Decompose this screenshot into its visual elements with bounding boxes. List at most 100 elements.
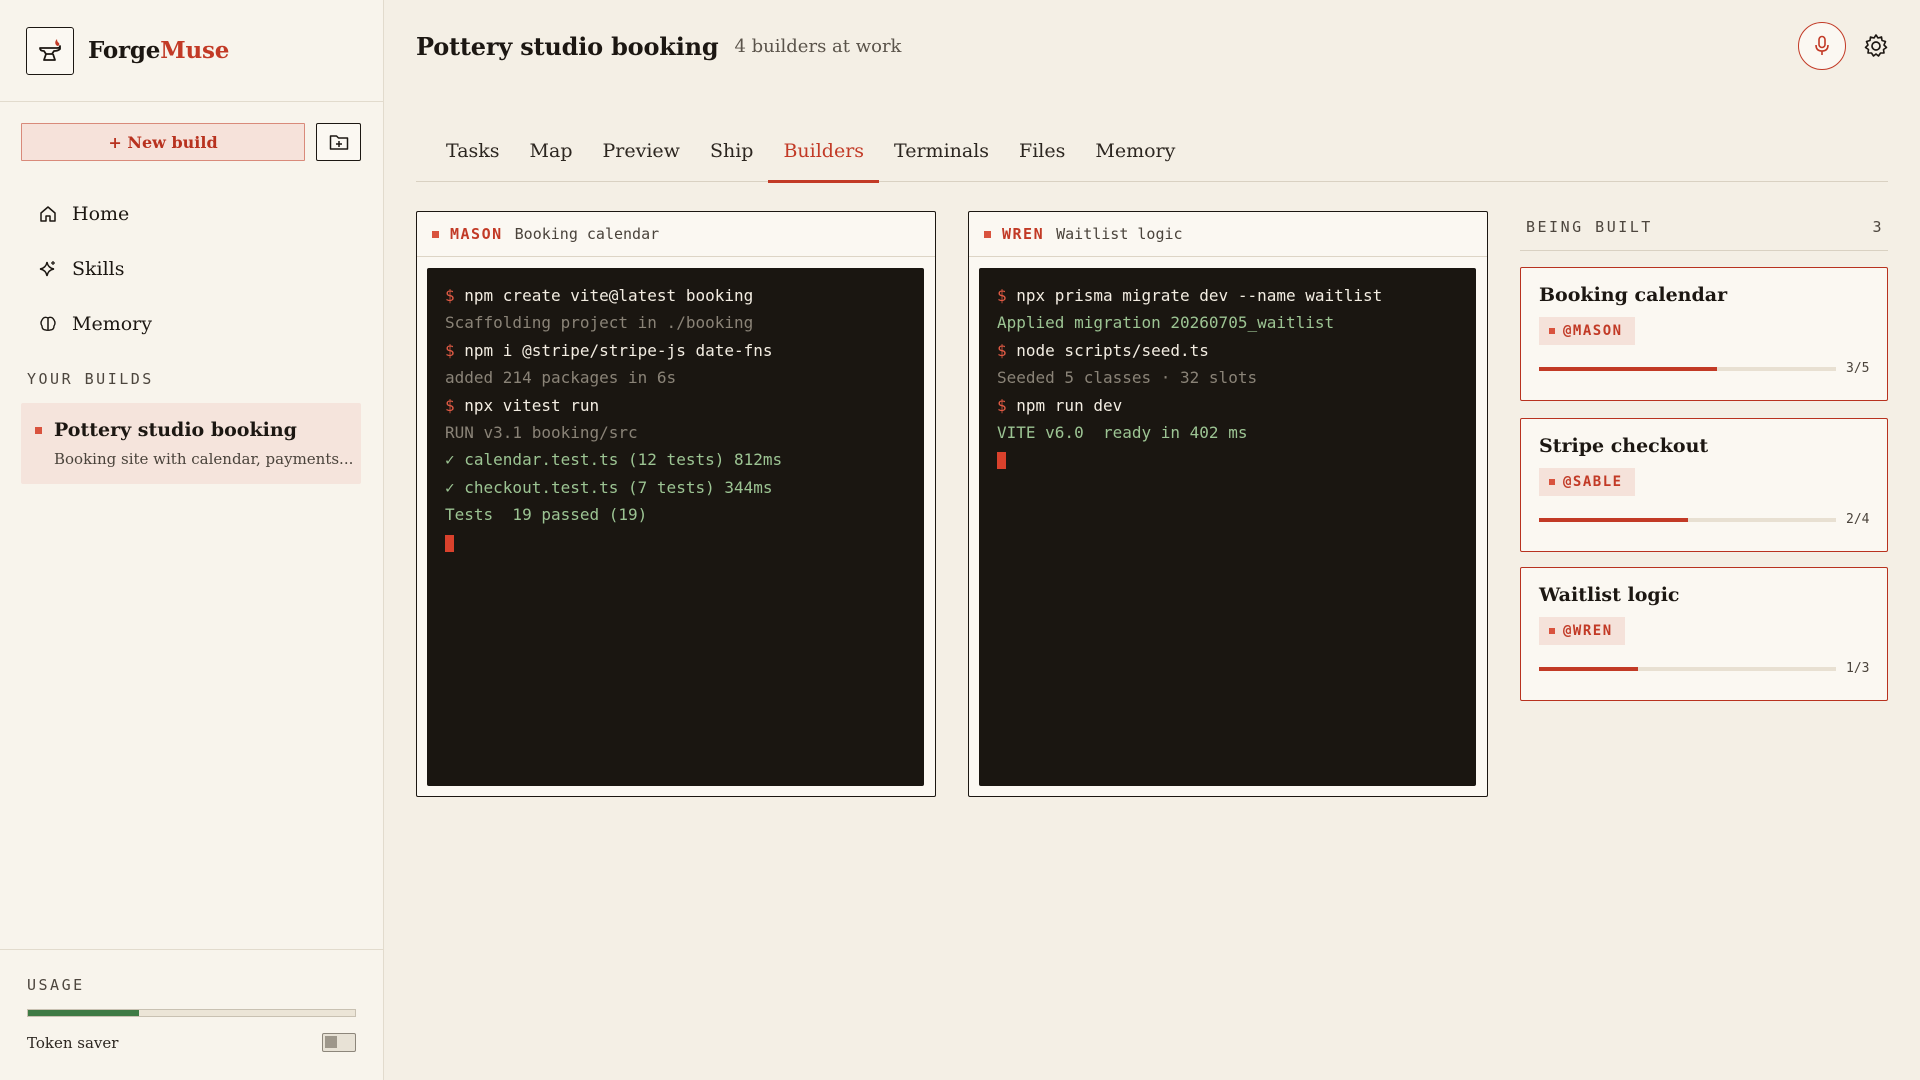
tab-terminals[interactable]: Terminals bbox=[879, 128, 1004, 182]
brand: ForgeMuse bbox=[0, 0, 383, 102]
task-title: Waitlist logic bbox=[1539, 584, 1680, 606]
usage-bar-fill bbox=[28, 1010, 140, 1016]
progress-count: 3/5 bbox=[1846, 361, 1870, 376]
microphone-icon bbox=[1815, 35, 1829, 55]
tag-dot bbox=[1549, 328, 1555, 334]
sidebar-item-home[interactable]: Home bbox=[38, 186, 152, 241]
prompt-symbol: $ bbox=[445, 395, 465, 415]
terminal-cursor bbox=[445, 534, 454, 552]
folder-plus-icon bbox=[329, 135, 348, 150]
progress-bar-fill bbox=[1539, 666, 1638, 671]
task-progress: 1/3 bbox=[1539, 661, 1887, 676]
build-task-card[interactable]: Waitlist logic @WREN 1/3 bbox=[1520, 567, 1888, 701]
brand-name: ForgeMuse bbox=[88, 37, 229, 64]
being-built-count: 3 bbox=[1872, 218, 1884, 236]
terminal-output[interactable]: $ npx prisma migrate dev --name waitlist… bbox=[979, 268, 1476, 786]
tab-tasks[interactable]: Tasks bbox=[431, 128, 515, 182]
home-icon bbox=[38, 204, 58, 224]
builder-tag-label: @WREN bbox=[1563, 623, 1613, 639]
brand-name-part1: Forge bbox=[88, 37, 161, 64]
sidebar-item-label: Skills bbox=[72, 257, 125, 280]
terminal-output[interactable]: $ npm create vite@latest booking Scaffold… bbox=[427, 268, 924, 786]
sidebar-item-skills[interactable]: Skills bbox=[38, 241, 152, 296]
status-dot bbox=[984, 230, 991, 238]
task-progress: 3/5 bbox=[1539, 361, 1887, 376]
build-task-card[interactable]: Stripe checkout @SABLE 2/4 bbox=[1520, 418, 1888, 552]
sidebar-item-label: Home bbox=[72, 202, 130, 225]
terminal-command: npm i @stripe/stripe-js date-fns bbox=[464, 340, 773, 360]
terminal-line: VITE v6.0 ready in 402 ms bbox=[997, 422, 1248, 442]
terminal-command: npx vitest run bbox=[464, 395, 600, 415]
build-description: Booking site with calendar, payments... bbox=[54, 450, 354, 468]
progress-bar-fill bbox=[1539, 366, 1718, 371]
terminal-command: npm create vite@latest booking bbox=[464, 286, 754, 305]
terminal-command: npx prisma migrate dev --name waitlist bbox=[1016, 286, 1383, 305]
tab-builders[interactable]: Builders bbox=[768, 128, 879, 183]
token-saver-label: Token saver bbox=[27, 1033, 119, 1052]
prompt-symbol: $ bbox=[445, 340, 465, 360]
page-title: Pottery studio booking bbox=[416, 31, 719, 61]
terminal-cursor-line bbox=[997, 446, 1476, 473]
build-title: Pottery studio booking bbox=[54, 419, 297, 441]
build-item-pottery[interactable]: Pottery studio booking Booking site with… bbox=[21, 403, 361, 484]
terminal-line: $ npm run dev bbox=[997, 392, 1476, 419]
prompt-symbol: $ bbox=[445, 286, 465, 305]
microphone-button[interactable] bbox=[1798, 22, 1846, 70]
toggle-knob bbox=[325, 1036, 337, 1048]
task-title: Stripe checkout bbox=[1539, 435, 1709, 457]
token-saver-toggle[interactable] bbox=[322, 1033, 356, 1052]
usage-panel: USAGE Token saver bbox=[0, 949, 384, 1080]
new-build-button[interactable]: + New build bbox=[21, 123, 305, 161]
terminal-line: RUN v3.1 booking/src bbox=[445, 422, 638, 442]
terminal-cursor-line bbox=[445, 529, 924, 556]
terminal-line: Applied migration 20260705_waitlist bbox=[997, 313, 1335, 333]
terminal-command: npm run dev bbox=[1016, 395, 1123, 415]
page-header: Pottery studio booking 4 builders at wor… bbox=[384, 0, 1920, 92]
your-builds-label: YOUR BUILDS bbox=[27, 370, 154, 388]
tab-memory[interactable]: Memory bbox=[1080, 128, 1190, 182]
prompt-symbol: $ bbox=[997, 395, 1017, 415]
progress-bar-fill bbox=[1539, 517, 1688, 522]
build-task-card[interactable]: Booking calendar @MASON 3/5 bbox=[1520, 267, 1888, 401]
progress-bar bbox=[1539, 517, 1836, 522]
sidebar-item-label: Memory bbox=[72, 312, 152, 335]
active-build-dot bbox=[35, 427, 42, 434]
tab-ship[interactable]: Ship bbox=[695, 128, 769, 182]
terminal-line: ✓ checkout.test.ts (7 tests) 344ms bbox=[445, 477, 773, 497]
token-saver-row: Token saver bbox=[27, 1033, 356, 1052]
builder-tag: @WREN bbox=[1539, 617, 1625, 645]
tab-files[interactable]: Files bbox=[1004, 128, 1080, 182]
builder-task: Booking calendar bbox=[514, 225, 660, 243]
new-build-row: + New build bbox=[21, 123, 361, 161]
terminal-line: $ npm i @stripe/stripe-js date-fns bbox=[445, 337, 924, 364]
sidebar-item-memory[interactable]: Memory bbox=[38, 296, 152, 351]
prompt-symbol: $ bbox=[997, 340, 1017, 360]
anvil-flame-icon[interactable] bbox=[26, 26, 74, 75]
page-subtitle: 4 builders at work bbox=[734, 35, 902, 57]
builder-name: MASON bbox=[450, 225, 503, 243]
settings-button[interactable] bbox=[1862, 32, 1890, 60]
terminal-cursor bbox=[997, 452, 1006, 470]
builder-name: WREN bbox=[1002, 225, 1045, 243]
terminal-line: $ npx prisma migrate dev --name waitlist bbox=[997, 282, 1476, 309]
usage-label: USAGE bbox=[27, 976, 85, 994]
terminal-line: $ npx vitest run bbox=[445, 392, 924, 419]
terminal-line: Scaffolding project in ./booking bbox=[445, 313, 754, 333]
terminal-line: $ npm create vite@latest booking bbox=[445, 282, 924, 309]
builder-tag-label: @MASON bbox=[1563, 323, 1623, 339]
tab-preview[interactable]: Preview bbox=[588, 128, 695, 182]
status-dot bbox=[432, 230, 439, 238]
tag-dot bbox=[1549, 479, 1555, 485]
brain-icon bbox=[38, 314, 58, 334]
sidebar: ForgeMuse + New build Home Skills Memory… bbox=[0, 0, 384, 1080]
terminal-header: WREN Waitlist logic bbox=[969, 212, 1487, 257]
tab-map[interactable]: Map bbox=[515, 128, 588, 182]
prompt-symbol: $ bbox=[997, 286, 1017, 305]
builder-tag: @SABLE bbox=[1539, 468, 1635, 496]
task-title: Booking calendar bbox=[1539, 284, 1728, 306]
builder-task: Waitlist logic bbox=[1056, 225, 1183, 243]
terminal-command: node scripts/seed.ts bbox=[1016, 340, 1209, 360]
open-folder-button[interactable] bbox=[316, 123, 361, 161]
terminal-card-wren: WREN Waitlist logic $ npx prisma migrate… bbox=[968, 211, 1488, 797]
sparkle-icon bbox=[38, 259, 58, 279]
